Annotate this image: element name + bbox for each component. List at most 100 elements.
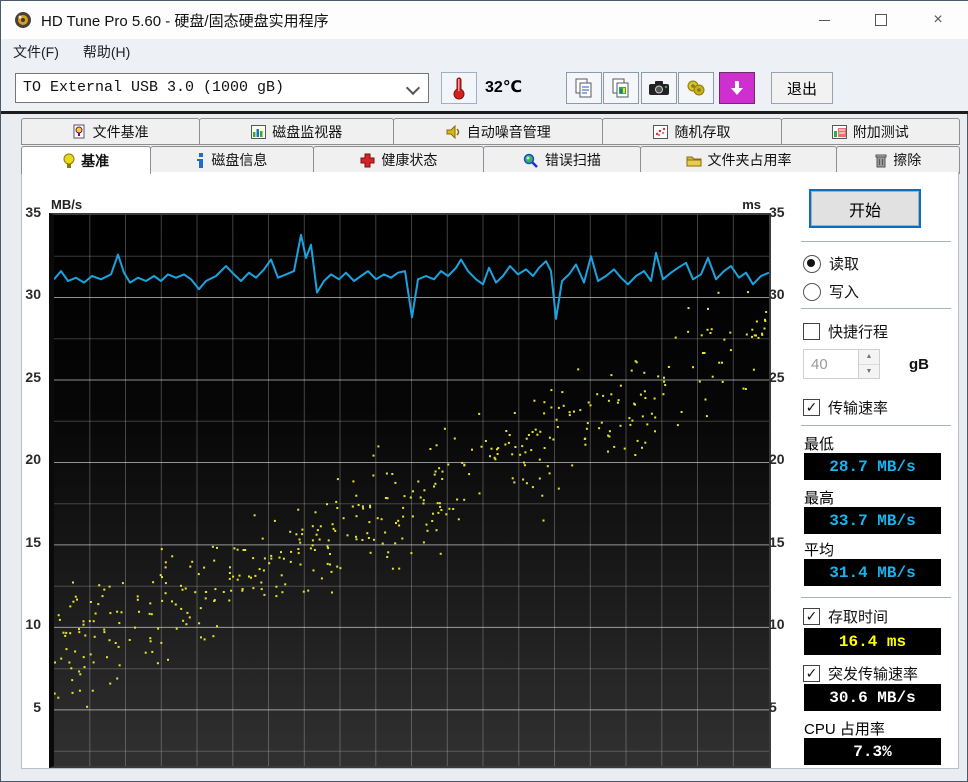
- close-button[interactable]: ×: [915, 1, 961, 39]
- save-results-button[interactable]: [719, 72, 755, 104]
- tab-disk-monitor[interactable]: 磁盘监视器: [199, 118, 395, 145]
- tab-strip: 文件基准 磁盘监视器 自动噪音管理 随机存取 附加测试 基准 磁盘信息 健康状态…: [21, 114, 960, 174]
- stepper-up-icon[interactable]: ▲: [859, 350, 879, 365]
- tab-label: 健康状态: [381, 152, 438, 168]
- toolbar: TO External USB 3.0 (1000 gB) 32℃ 退出: [1, 65, 968, 111]
- title-bar: HD Tune Pro 5.60 - 硬盘/固态硬盘实用程序 ×: [1, 1, 968, 39]
- disk-monitor-icon: [251, 124, 267, 139]
- menu-help[interactable]: 帮助(H): [71, 39, 142, 65]
- health-icon: [360, 153, 375, 167]
- benchmark-chart: [49, 213, 771, 768]
- tab-label: 自动噪音管理: [466, 123, 551, 140]
- y-axis-right-ticks: 35 30 25 20 15 10 5: [769, 204, 803, 764]
- menu-file[interactable]: 文件(F): [1, 39, 71, 65]
- maximize-icon: [875, 14, 887, 26]
- tab-health[interactable]: 健康状态: [313, 146, 485, 174]
- tab-benchmark[interactable]: 基准: [21, 146, 152, 174]
- acoustic-icon: [687, 80, 705, 96]
- separator: [801, 308, 951, 309]
- y-tick-label: 35: [769, 204, 785, 220]
- stepper-down-icon[interactable]: ▼: [859, 365, 879, 379]
- y-tick-label: 5: [769, 699, 777, 715]
- burst-rate-label: 突发传输速率: [828, 666, 919, 683]
- window-title: HD Tune Pro 5.60 - 硬盘/固态硬盘实用程序: [41, 13, 329, 30]
- folder-usage-icon: [686, 156, 701, 166]
- y-tick-label: 25: [25, 369, 41, 385]
- tab-folder-usage[interactable]: 文件夹占用率: [639, 146, 838, 174]
- write-label: 写入: [829, 284, 860, 301]
- stepper-buttons[interactable]: ▲ ▼: [858, 349, 880, 379]
- y-tick-label: 15: [25, 534, 41, 550]
- read-radio[interactable]: 读取: [803, 253, 859, 274]
- copy-text-button[interactable]: [566, 72, 602, 104]
- tab-random-access[interactable]: 随机存取: [602, 118, 782, 145]
- temperature-value: 32℃: [485, 79, 523, 96]
- shortstroke-unit: gB: [909, 356, 929, 373]
- copy-image-button[interactable]: [603, 72, 639, 104]
- y-tick-label: 20: [25, 451, 41, 467]
- copy-text-icon: [575, 78, 592, 98]
- random-access-icon: [653, 124, 669, 139]
- thermometer-icon: [453, 77, 465, 100]
- tab-error-scan[interactable]: 错误扫描: [483, 146, 641, 174]
- minimize-button[interactable]: [801, 1, 847, 39]
- drive-select-dropdown[interactable]: TO External USB 3.0 (1000 gB): [15, 73, 429, 103]
- lightbulb-icon: [63, 153, 75, 168]
- maximize-button[interactable]: [858, 1, 904, 39]
- shortstroke-checkbox[interactable]: 快捷行程: [803, 321, 888, 342]
- radio-unselected-icon: [803, 282, 821, 301]
- y-tick-label: 10: [769, 616, 785, 632]
- temperature-button[interactable]: [441, 72, 477, 104]
- menu-bar: 文件(F) 帮助(H): [1, 39, 968, 65]
- tab-label: 文件基准: [92, 123, 149, 140]
- screenshot-button[interactable]: [641, 72, 677, 104]
- y-tick-label: 25: [769, 369, 785, 385]
- write-radio[interactable]: 写入: [803, 281, 859, 302]
- avg-label: 平均: [804, 542, 835, 559]
- y-axis-left-ticks: 35 30 25 20 15 10 5: [7, 204, 45, 764]
- read-label: 读取: [829, 256, 860, 273]
- minimize-icon: [818, 19, 830, 21]
- checkbox-unchecked-icon: [803, 323, 820, 340]
- error-scan-icon: [523, 153, 538, 168]
- tab-acoustic-management[interactable]: 自动噪音管理: [393, 118, 604, 145]
- tab-label: 随机存取: [674, 123, 731, 140]
- transfer-rate-label: 传输速率: [828, 400, 889, 417]
- drive-select-value: TO External USB 3.0 (1000 gB): [23, 79, 285, 96]
- y-axis-right-unit: ms: [742, 197, 761, 212]
- tab-disk-info[interactable]: 磁盘信息: [150, 146, 315, 174]
- chevron-down-icon: [405, 80, 421, 96]
- y-tick-label: 30: [25, 286, 41, 302]
- y-tick-label: 5: [33, 699, 41, 715]
- access-time-display: 16.4 ms: [804, 628, 941, 655]
- shortstroke-size-input[interactable]: [803, 349, 858, 379]
- tab-label: 错误扫描: [544, 152, 601, 168]
- y-tick-label: 15: [769, 534, 785, 550]
- separator: [801, 425, 951, 426]
- transfer-rate-checkbox[interactable]: ✓ 传输速率: [803, 397, 888, 418]
- avg-value-display: 31.4 MB/s: [804, 559, 941, 586]
- y-axis-left-unit: MB/s: [51, 197, 83, 212]
- start-button[interactable]: 开始: [809, 189, 921, 228]
- acoustic-button[interactable]: [678, 72, 714, 104]
- y-tick-label: 20: [769, 451, 785, 467]
- max-label: 最高: [804, 490, 835, 507]
- y-tick-label: 30: [769, 286, 785, 302]
- tab-label: 基准: [81, 152, 110, 169]
- tab-label: 磁盘信息: [211, 152, 268, 168]
- cpu-usage-display: 7.3%: [804, 738, 941, 765]
- info-icon: [197, 152, 206, 168]
- erase-icon: [875, 154, 887, 167]
- access-time-label: 存取时间: [828, 609, 889, 626]
- y-tick-label: 10: [25, 616, 41, 632]
- exit-button[interactable]: 退出: [771, 72, 833, 104]
- shortstroke-label: 快捷行程: [828, 324, 889, 341]
- tab-extra-tests[interactable]: 附加测试: [780, 118, 960, 145]
- access-time-checkbox[interactable]: ✓ 存取时间: [803, 606, 888, 627]
- burst-rate-display: 30.6 MB/s: [804, 684, 941, 711]
- acoustic-management-icon: [446, 124, 459, 139]
- burst-rate-checkbox[interactable]: ✓ 突发传输速率: [803, 663, 918, 684]
- tab-file-benchmark[interactable]: 文件基准: [21, 118, 201, 145]
- tab-erase[interactable]: 擦除: [836, 146, 960, 174]
- chart-canvas: [54, 215, 769, 766]
